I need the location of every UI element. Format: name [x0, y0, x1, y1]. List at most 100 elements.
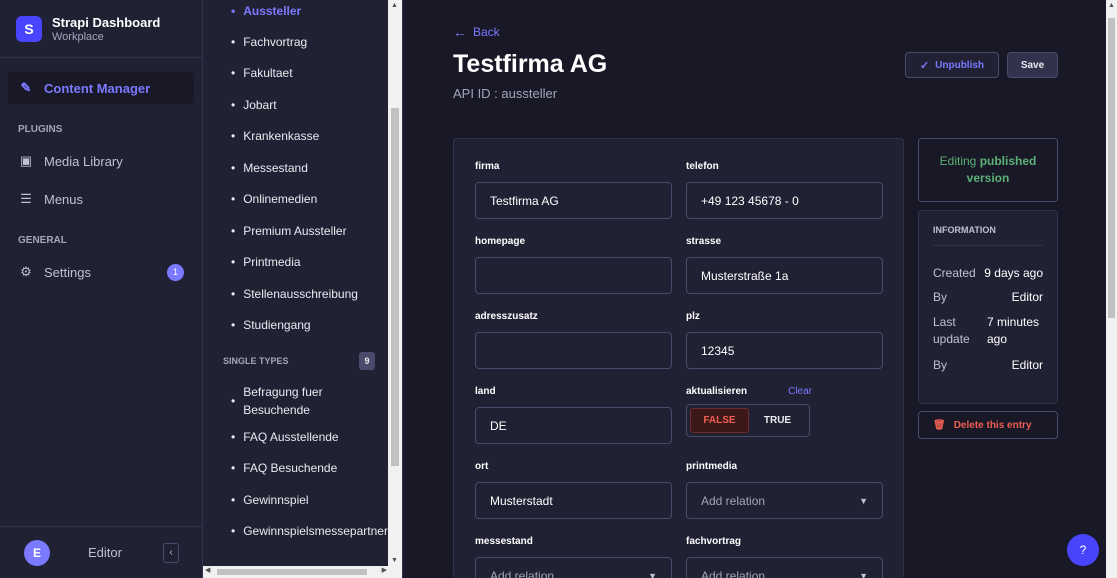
item-label: Stellenausschreibung — [243, 286, 358, 301]
editing-strong: published — [979, 154, 1037, 168]
pencil-icon: ✎ — [20, 80, 32, 95]
field-telefon: telefon +49 123 45678 - 0 — [686, 161, 883, 219]
collection-type-item[interactable]: • Stellenausschreibung — [203, 278, 389, 310]
single-type-item[interactable]: • FAQ Ausstellende — [203, 421, 389, 453]
collection-type-item[interactable]: • Fachvortrag — [203, 26, 389, 58]
telefon-input[interactable]: +49 123 45678 - 0 — [686, 182, 883, 219]
field-label: ort — [475, 461, 489, 472]
single-type-item[interactable]: • Gewinnspielsmessepartner — [203, 516, 389, 548]
toggle-false-option[interactable]: FALSE — [690, 408, 749, 433]
scrollbar-thumb[interactable] — [217, 569, 367, 575]
field-label-row: aktualisieren Clear — [686, 386, 812, 398]
scroll-up-icon[interactable]: ▲ — [1108, 2, 1115, 9]
scrollbar-thumb[interactable] — [391, 108, 399, 466]
toggle-true-option[interactable]: TRUE — [749, 408, 806, 433]
printmedia-relation-select[interactable]: Add relation ▼ — [686, 482, 883, 519]
nav-item-settings[interactable]: ⚙ Settings 1 — [8, 256, 194, 288]
delete-entry-button[interactable]: 🗑 Delete this entry — [918, 411, 1058, 439]
editing-prefix: Editing — [939, 154, 977, 168]
single-type-item[interactable]: • Befragung fuer Besuchende — [203, 381, 389, 421]
brand-title: Strapi Dashboard — [52, 14, 161, 30]
scroll-down-icon[interactable]: ▼ — [391, 557, 398, 564]
menu-lines-icon: ☰ — [20, 191, 32, 206]
fachvortrag-relation-select[interactable]: Add relation ▼ — [686, 557, 883, 578]
subnav-horizontal-scrollbar[interactable]: ◀ ▶ — [203, 566, 402, 578]
check-icon: ✓ — [919, 59, 930, 72]
collapse-nav-button[interactable]: ‹ — [163, 542, 179, 563]
avatar[interactable]: E — [24, 539, 50, 566]
subnav-vertical-scrollbar[interactable]: ▲ ▼ — [388, 0, 402, 566]
field-label: fachvortrag — [686, 536, 742, 547]
field-label: firma — [475, 161, 500, 172]
entry-form: firma Testfirma AG telefon +49 123 45678… — [453, 138, 904, 578]
item-label: Gewinnspiel — [243, 492, 309, 507]
nav-item-media-library[interactable]: ▣ Media Library — [8, 145, 194, 177]
chevron-down-icon: ▼ — [859, 570, 868, 578]
collection-type-item[interactable]: • Premium Aussteller — [203, 215, 389, 247]
item-label: Aussteller — [243, 4, 302, 18]
section-label: SINGLE TYPES — [223, 356, 289, 366]
info-label: By — [933, 358, 948, 372]
firma-input[interactable]: Testfirma AG — [475, 182, 672, 219]
collection-type-item[interactable]: • Krankenkasse — [203, 121, 389, 153]
scrollbar-thumb[interactable] — [1108, 18, 1115, 318]
collection-type-item[interactable]: • Messestand — [203, 152, 389, 184]
field-ort: ort Musterstadt — [475, 461, 672, 519]
nav-item-label: Content Manager — [44, 80, 151, 96]
item-label: Messestand — [243, 160, 308, 175]
collection-type-item[interactable]: • Onlinemedien — [203, 184, 389, 216]
clear-button[interactable]: Clear — [788, 386, 812, 397]
land-input[interactable]: DE — [475, 407, 672, 444]
nav-item-content-manager[interactable]: ✎ Content Manager — [8, 72, 194, 104]
field-aktualisieren: aktualisieren Clear FALSE TRUE — [686, 386, 812, 437]
nav-item-menus[interactable]: ☰ Menus — [8, 183, 194, 215]
information-heading: INFORMATION — [933, 225, 1043, 246]
info-value: 7 minutes ago — [987, 315, 1040, 346]
single-type-item[interactable]: • Gewinnspiel — [203, 484, 389, 516]
scroll-left-icon[interactable]: ◀ — [205, 566, 210, 574]
info-last-update: Last update 7 minutes ago — [933, 314, 1043, 348]
field-label: messestand — [475, 536, 533, 547]
info-label: Last update — [933, 315, 970, 346]
item-label: Fachvortrag — [243, 34, 308, 49]
nav-footer: E Editor ‹ — [0, 526, 203, 578]
item-label: Befragung fuer Besuchende — [243, 385, 323, 417]
scroll-right-icon[interactable]: ▶ — [382, 566, 387, 574]
arrow-left-icon: ← — [453, 24, 467, 40]
scroll-up-icon[interactable]: ▲ — [391, 2, 398, 9]
single-types-heading[interactable]: SINGLE TYPES 9 — [203, 341, 389, 381]
collection-type-item[interactable]: • Fakultaet — [203, 58, 389, 90]
entry-sidebar: Editing published version INFORMATION Cr… — [918, 138, 1058, 439]
help-button[interactable]: ? — [1067, 534, 1099, 566]
collection-type-item[interactable]: • Aussteller — [203, 0, 389, 26]
field-homepage: homepage — [475, 236, 672, 294]
collection-type-item[interactable]: • Printmedia — [203, 247, 389, 279]
edit-view: ← Back Testfirma AG API ID : aussteller … — [403, 0, 1117, 578]
collection-type-item[interactable]: • Studiengang — [203, 310, 389, 342]
content-types-subnav: • Aussteller • Fachvortrag • Fakultaet • Job… — [203, 0, 403, 578]
page-vertical-scrollbar[interactable]: ▲ — [1106, 0, 1117, 578]
plz-input[interactable]: 12345 — [686, 332, 883, 369]
save-button[interactable]: Save — [1007, 52, 1058, 78]
item-label: Printmedia — [243, 255, 301, 270]
info-updated-by: By Editor — [933, 358, 1043, 372]
strasse-input[interactable]: Musterstraße 1a — [686, 257, 883, 294]
info-value: 9 days ago — [984, 266, 1043, 280]
back-link[interactable]: ← Back — [453, 24, 500, 40]
select-placeholder: Add relation — [701, 568, 766, 578]
image-icon: ▣ — [19, 153, 33, 168]
adresszusatz-input[interactable] — [475, 332, 672, 369]
homepage-input[interactable] — [475, 257, 672, 294]
item-label: FAQ Ausstellende — [243, 429, 339, 444]
field-printmedia: printmedia Add relation ▼ — [686, 461, 883, 519]
nav-item-label: Settings — [44, 264, 91, 280]
aktualisieren-toggle[interactable]: FALSE TRUE — [686, 404, 810, 437]
single-type-item[interactable]: • FAQ Besuchende — [203, 453, 389, 485]
plugins-heading: PLUGINS — [18, 124, 63, 135]
ort-input[interactable]: Musterstadt — [475, 482, 672, 519]
collection-type-item[interactable]: • Jobart — [203, 89, 389, 121]
item-label: Gewinnspielsmessepartner — [243, 524, 388, 539]
page-title: Testfirma AG — [453, 50, 608, 78]
messestand-relation-select[interactable]: Add relation ▼ — [475, 557, 672, 578]
unpublish-button[interactable]: ✓ Unpublish — [905, 52, 999, 78]
